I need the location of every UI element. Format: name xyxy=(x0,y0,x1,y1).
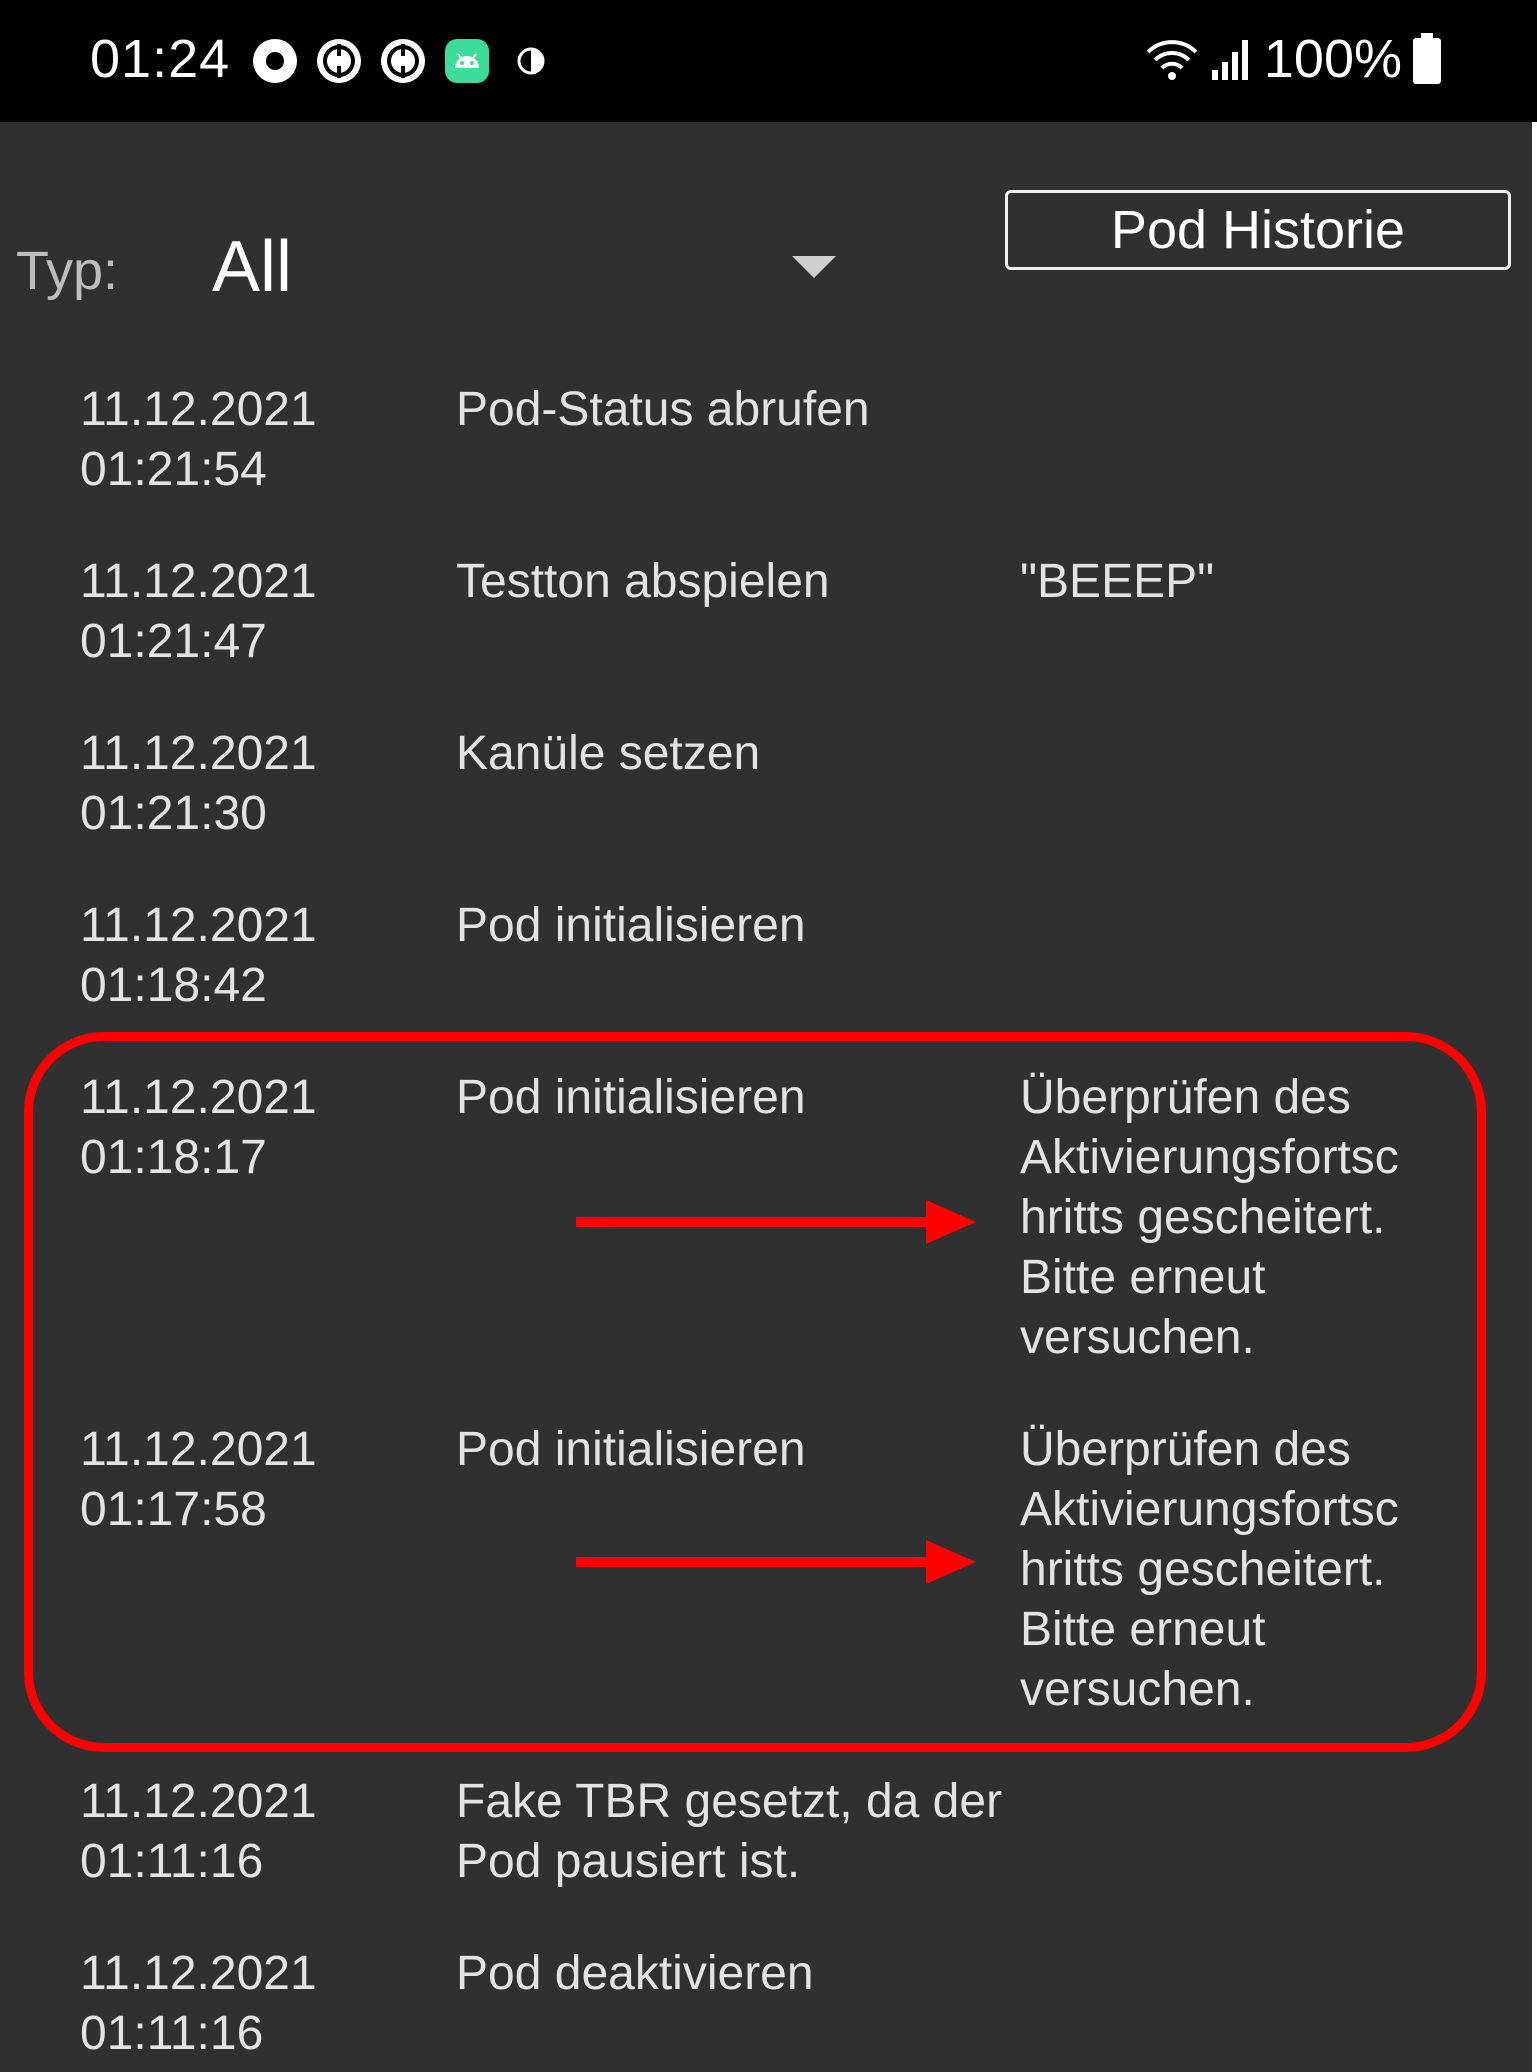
log-action: Kanüle setzen xyxy=(456,727,761,780)
battery-icon xyxy=(1413,33,1441,84)
type-label: Typ: xyxy=(16,241,119,301)
wifi-icon xyxy=(1146,40,1198,80)
pod-history-button[interactable]: Pod Historie xyxy=(1005,190,1511,270)
highlight-annotation xyxy=(24,1032,1486,1752)
log-date: 11.12.2021 01:11:16 xyxy=(80,1947,317,2060)
notification-icons xyxy=(250,36,556,86)
status-right: 100% xyxy=(1144,28,1442,90)
screen-edge xyxy=(1532,122,1537,2072)
arrow-right-icon xyxy=(576,1200,976,1244)
log-action: Pod deaktivieren xyxy=(456,1947,814,2000)
record-icon xyxy=(253,39,297,83)
sync-icon xyxy=(317,39,361,83)
battery-percentage: 100% xyxy=(1263,29,1402,89)
log-date: 11.12.2021 01:21:54 xyxy=(80,383,317,496)
log-action: Pod initialisieren xyxy=(456,899,806,952)
status-time: 01:24 xyxy=(90,29,231,89)
sync-icon xyxy=(381,39,425,83)
type-dropdown[interactable] xyxy=(200,210,850,320)
type-selected-value: All xyxy=(212,227,293,307)
arrow-right-icon xyxy=(576,1540,976,1584)
android-app-icon xyxy=(445,39,489,83)
log-action: Testton abspielen xyxy=(456,555,830,608)
log-date: 11.12.2021 01:18:42 xyxy=(80,899,317,1012)
signal-icon xyxy=(1211,40,1248,80)
log-date: 11.12.2021 01:21:47 xyxy=(80,555,317,668)
log-action: Fake TBR gesetzt, da der Pod pausiert is… xyxy=(456,1775,1003,1888)
filter-row: Typ: All Pod Historie xyxy=(0,190,1537,320)
log-date: 11.12.2021 01:11:16 xyxy=(80,1775,317,1888)
log-date: 11.12.2021 01:21:30 xyxy=(80,727,317,840)
status-bar: 01:24 100% xyxy=(0,0,1537,122)
log-message: "BEEEP" xyxy=(1020,555,1215,608)
log-action: Pod-Status abrufen xyxy=(456,383,870,436)
contrast-icon xyxy=(517,47,545,75)
dropdown-arrow-icon xyxy=(792,256,836,278)
